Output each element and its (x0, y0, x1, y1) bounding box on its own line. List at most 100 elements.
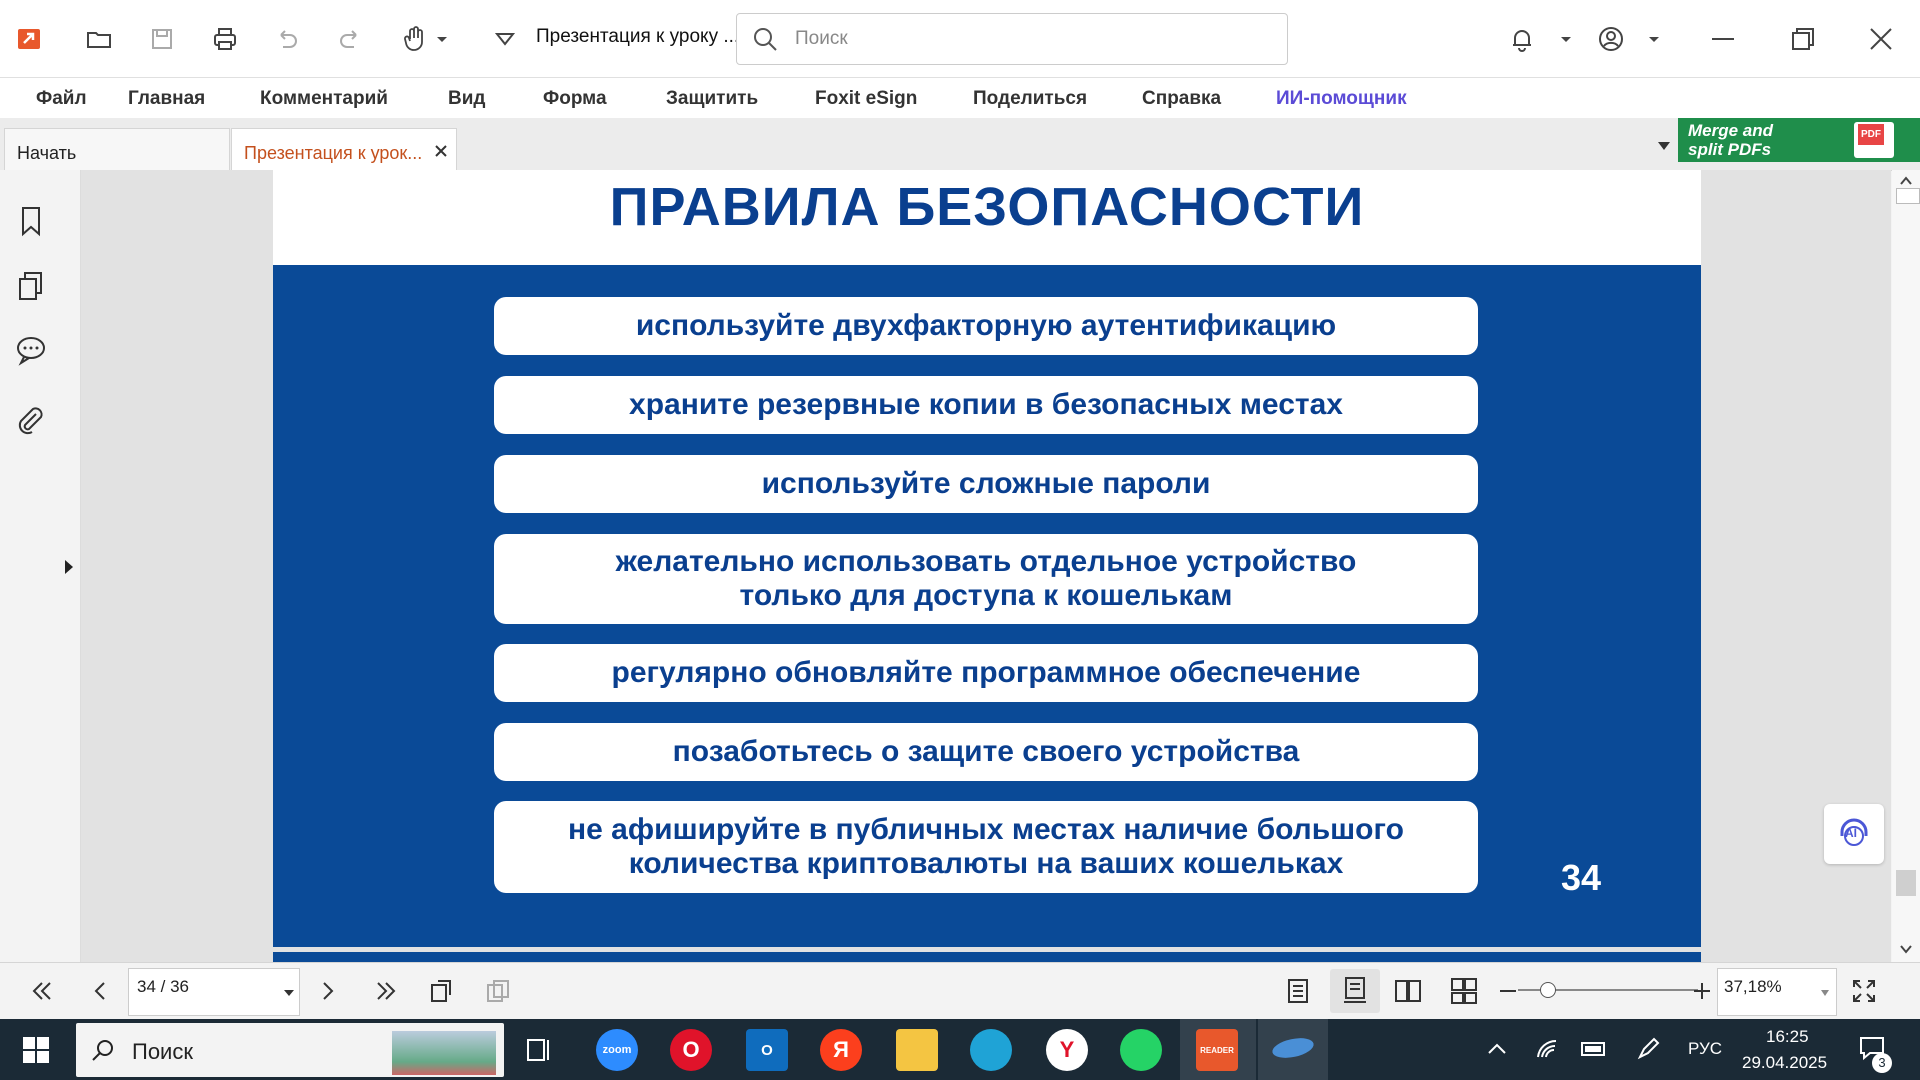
menu-comment[interactable]: Комментарий (260, 88, 388, 110)
ai-assistant-button[interactable]: AI (1824, 804, 1884, 864)
bookmark-icon[interactable] (14, 204, 48, 238)
ad-line2: split PDFs (1688, 140, 1772, 159)
windows-start-icon[interactable] (22, 1036, 50, 1064)
merge-split-ad-banner[interactable]: Merge and split PDFs PDF (1678, 118, 1920, 162)
menu-home[interactable]: Главная (128, 88, 205, 110)
menu-share[interactable]: Поделиться (973, 88, 1087, 110)
wifi-icon[interactable] (1535, 1037, 1561, 1061)
menu-view[interactable]: Вид (448, 88, 485, 110)
tab-document[interactable]: Презентация к урок... (231, 128, 457, 171)
hand-tool-dropdown-icon[interactable] (432, 22, 452, 56)
zoom-slider-thumb[interactable] (1540, 982, 1556, 998)
clock-time[interactable]: 16:25 (1766, 1027, 1809, 1047)
bell-dropdown-icon[interactable] (1556, 22, 1576, 56)
clock-date[interactable]: 29.04.2025 (1742, 1053, 1827, 1073)
title-bar: Презентация к уроку ... Поиск (0, 0, 1920, 78)
chevron-down-icon[interactable] (488, 22, 522, 56)
account-icon[interactable] (1594, 22, 1628, 56)
zoom-dropdown-icon[interactable] (1820, 989, 1830, 997)
menu-form[interactable]: Форма (543, 88, 607, 110)
save-icon[interactable] (145, 22, 179, 56)
zoom-in-icon[interactable] (1686, 975, 1718, 1007)
tray-overflow-icon[interactable] (1486, 1041, 1508, 1057)
menu-protect[interactable]: Защитить (666, 88, 758, 110)
page-indicator: 34 / 36 (137, 977, 189, 996)
account-dropdown-icon[interactable] (1644, 22, 1664, 56)
last-page-icon[interactable] (370, 975, 402, 1007)
pen-icon[interactable] (1636, 1037, 1660, 1061)
search-highlight-image (392, 1031, 496, 1075)
scroll-thumb[interactable] (1896, 870, 1916, 896)
foxit-logo-icon[interactable] (12, 22, 46, 56)
restore-icon[interactable] (1786, 22, 1820, 56)
tab-close-icon[interactable] (434, 144, 448, 158)
search-input[interactable]: Поиск (736, 13, 1288, 65)
scroll-down-icon[interactable] (1899, 944, 1913, 954)
rule-item: храните резервные копии в безопасных мес… (494, 376, 1478, 434)
taskbar-app-yandex[interactable]: Я (820, 1029, 862, 1071)
rule-item: используйте сложные пароли (494, 455, 1478, 513)
previous-page-icon[interactable] (84, 975, 116, 1007)
page-dropdown-icon[interactable] (283, 989, 295, 997)
document-viewer[interactable]: ПРАВИЛА БЕЗОПАСНОСТИ используйте двухфак… (81, 170, 1891, 962)
menu-esign[interactable]: Foxit eSign (815, 88, 917, 110)
left-navigation-panel (0, 170, 81, 962)
page-number-input[interactable]: 34 / 36 (128, 968, 300, 1016)
task-view-icon[interactable] (524, 1036, 554, 1064)
taskbar-app-edge[interactable] (970, 1029, 1012, 1071)
app-label: Y (1059, 1037, 1075, 1062)
rule-item: не афишируйте в публичных местах наличие… (494, 801, 1478, 893)
slide-body: используйте двухфакторную аутентификацию… (273, 265, 1701, 947)
next-page-icon[interactable] (312, 975, 344, 1007)
bell-icon[interactable] (1505, 22, 1539, 56)
tab-document-label: Презентация к урок... (244, 143, 423, 163)
scroll-split-handle[interactable] (1896, 188, 1920, 204)
taskbar-app-whatsapp[interactable] (1120, 1029, 1162, 1071)
zoom-out-icon[interactable] (1494, 975, 1526, 1007)
scroll-up-icon[interactable] (1899, 176, 1913, 186)
pdf-document-icon: PDF (1854, 122, 1894, 158)
taskbar-app-yandex-browser[interactable]: Y (1046, 1029, 1088, 1071)
continuous-view-button[interactable] (1330, 969, 1380, 1013)
menu-file[interactable]: Файл (36, 88, 87, 110)
app-label: Я (833, 1037, 849, 1062)
tab-start[interactable]: Начать (4, 128, 230, 171)
tab-list-dropdown-icon[interactable] (1656, 140, 1672, 152)
undo-icon[interactable] (270, 22, 304, 56)
taskbar-app-zoom[interactable]: zoom (596, 1029, 638, 1071)
redo-icon[interactable] (333, 22, 367, 56)
input-language[interactable]: РУС (1688, 1039, 1722, 1059)
menu-help[interactable]: Справка (1142, 88, 1221, 110)
pages-icon[interactable] (14, 269, 48, 303)
taskbar-app-window-preview[interactable] (1258, 1019, 1328, 1080)
battery-icon[interactable] (1580, 1039, 1608, 1059)
minimize-icon[interactable] (1706, 22, 1740, 56)
rotate-page-icon[interactable] (426, 975, 458, 1007)
ai-badge-label: AI (1845, 826, 1857, 840)
windows-taskbar: Поиск zoom O O Я Y READER РУС 16:25 29.0… (0, 1019, 1920, 1080)
print-icon[interactable] (208, 22, 242, 56)
first-page-icon[interactable] (26, 975, 58, 1007)
taskbar-search[interactable]: Поиск (76, 1023, 504, 1077)
continuous-facing-view-icon[interactable] (1448, 975, 1480, 1007)
taskbar-app-opera[interactable]: O (670, 1029, 712, 1071)
taskbar-app-foxit-active[interactable]: READER (1180, 1019, 1256, 1080)
attachment-icon[interactable] (14, 404, 48, 438)
vertical-scrollbar[interactable] (1892, 170, 1920, 962)
open-folder-icon[interactable] (82, 22, 116, 56)
single-page-view-icon[interactable] (1282, 975, 1314, 1007)
fullscreen-icon[interactable] (1848, 975, 1880, 1007)
ad-line1: Merge and (1688, 121, 1774, 140)
tab-start-label: Начать (17, 143, 77, 163)
comments-icon[interactable] (14, 333, 48, 367)
close-icon[interactable] (1864, 22, 1898, 56)
facing-view-icon[interactable] (1392, 975, 1424, 1007)
notification-count-badge: 3 (1872, 1053, 1892, 1073)
menu-ai-assistant[interactable]: ИИ-помощник (1276, 88, 1407, 110)
taskbar-app-outlook[interactable]: O (746, 1029, 788, 1071)
taskbar-app-file-explorer[interactable] (896, 1029, 938, 1071)
hand-tool-icon[interactable] (397, 22, 431, 56)
expand-panel-icon[interactable] (63, 558, 75, 576)
extract-page-icon[interactable] (482, 975, 514, 1007)
zoom-level-input[interactable]: 37,18% (1717, 968, 1837, 1016)
